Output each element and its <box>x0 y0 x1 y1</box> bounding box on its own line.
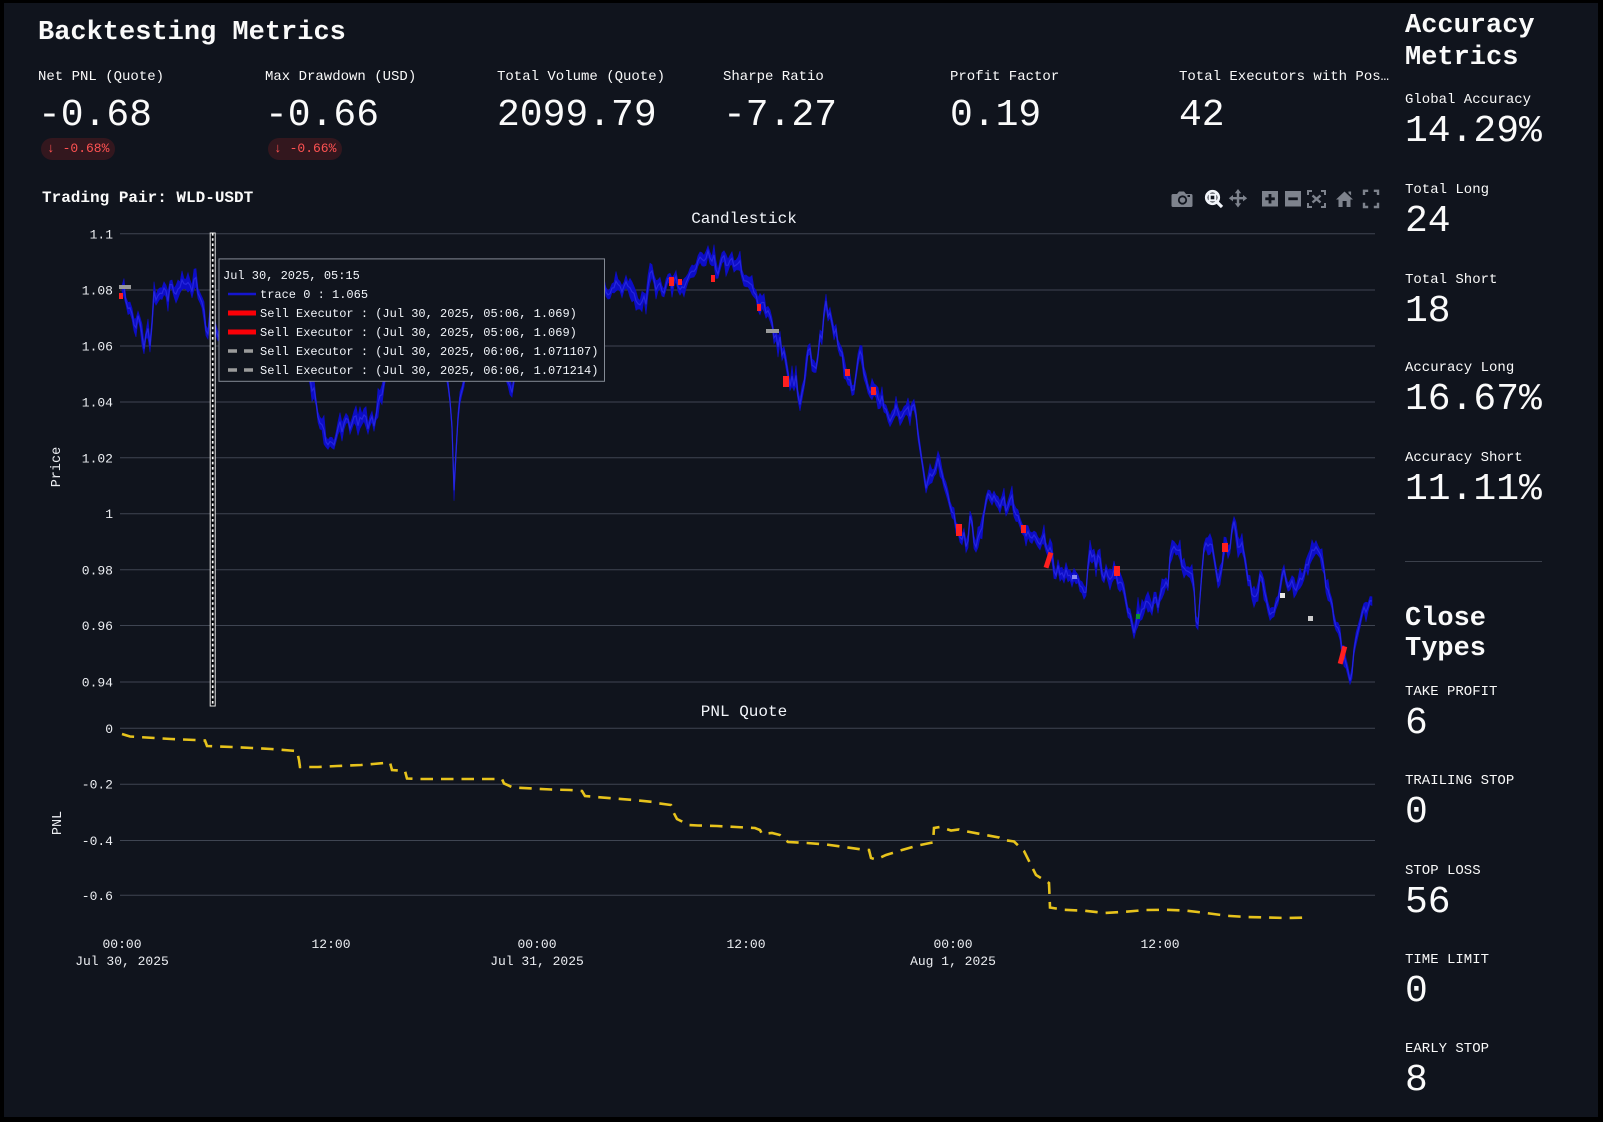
svg-text:PNL Quote: PNL Quote <box>701 703 787 721</box>
svg-text:-0.4: -0.4 <box>82 834 113 849</box>
svg-text:1.04: 1.04 <box>82 396 113 411</box>
svg-text:Jul 30, 2025: Jul 30, 2025 <box>75 954 169 969</box>
svg-text:trace 0 : 1.065: trace 0 : 1.065 <box>260 288 368 302</box>
svg-text:Jul 30, 2025, 05:15: Jul 30, 2025, 05:15 <box>223 269 360 283</box>
svg-text:0: 0 <box>105 722 113 737</box>
svg-text:12:00: 12:00 <box>1140 937 1179 952</box>
svg-text:1.02: 1.02 <box>82 451 113 466</box>
svg-text:00:00: 00:00 <box>517 937 556 952</box>
svg-text:12:00: 12:00 <box>726 937 765 952</box>
svg-text:-0.2: -0.2 <box>82 778 113 793</box>
svg-text:Jul 31, 2025: Jul 31, 2025 <box>490 954 584 969</box>
svg-text:Candlestick: Candlestick <box>691 210 797 228</box>
svg-text:PNL: PNL <box>51 811 66 835</box>
svg-text:Sell Executor : (Jul 30, 2025,: Sell Executor : (Jul 30, 2025, 05:06, 1.… <box>260 326 577 340</box>
svg-text:Aug 1, 2025: Aug 1, 2025 <box>910 954 996 969</box>
svg-text:1.06: 1.06 <box>82 340 113 355</box>
svg-text:0.94: 0.94 <box>82 676 113 691</box>
svg-text:Price: Price <box>50 447 65 488</box>
svg-text:Sell Executor : (Jul 30, 2025,: Sell Executor : (Jul 30, 2025, 05:06, 1.… <box>260 307 577 321</box>
svg-text:0.96: 0.96 <box>82 619 113 634</box>
svg-text:Sell Executor : (Jul 30, 2025,: Sell Executor : (Jul 30, 2025, 06:06, 1.… <box>260 364 598 378</box>
svg-text:Sell Executor : (Jul 30, 2025,: Sell Executor : (Jul 30, 2025, 06:06, 1.… <box>260 345 598 359</box>
svg-text:1.08: 1.08 <box>82 284 113 299</box>
svg-text:00:00: 00:00 <box>933 937 972 952</box>
svg-text:0.98: 0.98 <box>82 563 113 578</box>
svg-text:-0.6: -0.6 <box>82 889 113 904</box>
svg-text:1: 1 <box>105 507 113 522</box>
svg-text:1.1: 1.1 <box>90 227 114 242</box>
svg-text:00:00: 00:00 <box>102 937 141 952</box>
svg-text:12:00: 12:00 <box>311 937 350 952</box>
